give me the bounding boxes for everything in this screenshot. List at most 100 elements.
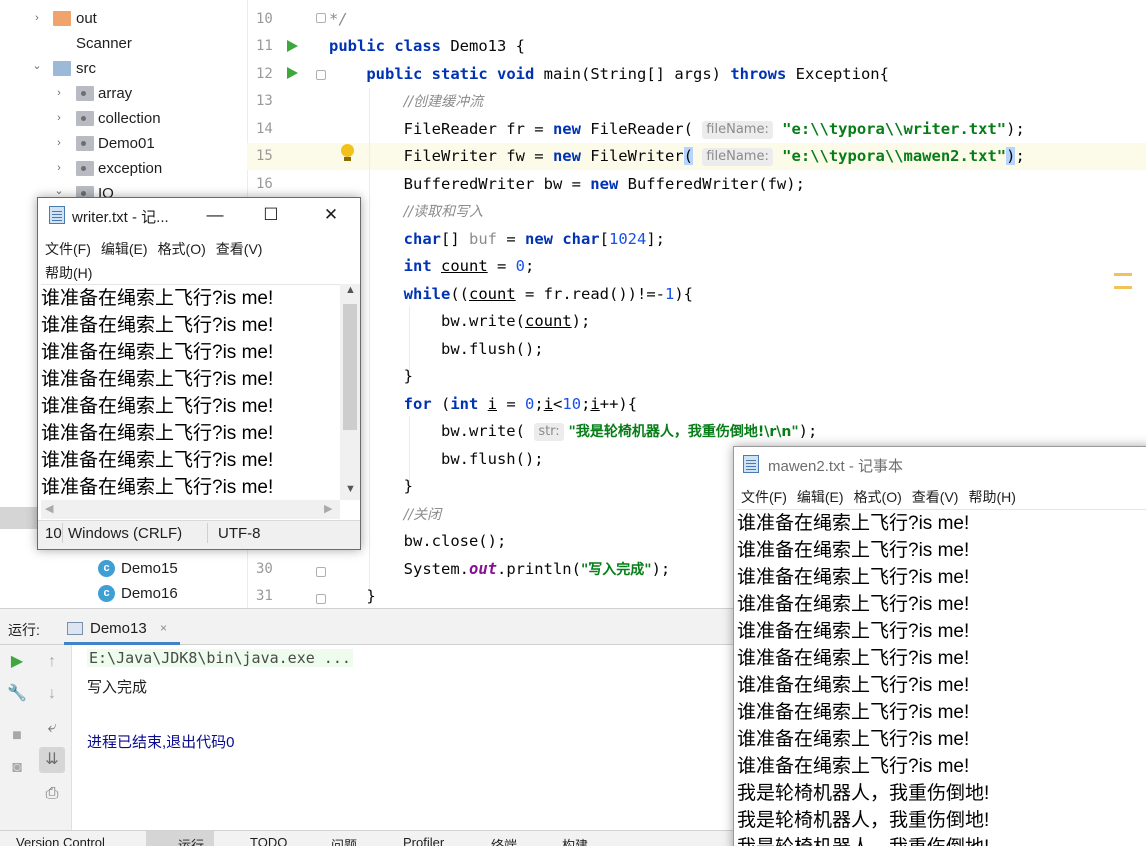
warning-marker[interactable] [1114, 273, 1132, 276]
line-number: 12 [256, 66, 273, 82]
code-line: char[] buf = new char[1024]; [329, 229, 665, 249]
tree-item-scanner[interactable]: Scanner [0, 31, 247, 56]
text-area[interactable]: 谁准备在绳索上飞行?is me! 谁准备在绳索上飞行?is me! 谁准备在绳索… [41, 284, 341, 500]
code-text: } [403, 477, 413, 495]
rerun-icon[interactable]: ▶ [6, 651, 28, 673]
maximize-button[interactable]: ☐ [256, 202, 286, 228]
package-icon [76, 161, 94, 176]
class-icon: c [98, 560, 115, 577]
menu-help[interactable]: 帮助(H) [45, 265, 92, 281]
menu-format[interactable]: 格式(O) [158, 241, 206, 257]
fold-marker-icon[interactable] [316, 567, 326, 577]
tree-selection-highlight [0, 507, 40, 529]
chevron-right-icon[interactable]: › [53, 112, 65, 124]
menu-help[interactable]: 帮助(H) [968, 489, 1015, 505]
title-bar[interactable]: writer.txt - 记... — ☐ ✕ [38, 198, 360, 232]
code-text: ); [1006, 120, 1025, 138]
tool-terminal[interactable]: 终端 [491, 835, 517, 846]
code-text: = fr.read())!=- [515, 285, 665, 303]
notepad-window-mawen2[interactable]: mawen2.txt - 记事本 文件(F) 编辑(E) 格式(O) 查看(V) 帮助(… [733, 446, 1146, 846]
tree-item-array[interactable]: › array [0, 81, 247, 106]
run-tab-demo13[interactable]: Demo13 × [64, 613, 180, 645]
menu-format[interactable]: 格式(O) [854, 489, 902, 505]
encoding: UTF-8 [218, 525, 261, 542]
menu-file[interactable]: 文件(F) [741, 489, 787, 505]
vertical-scrollbar[interactable]: ▲ ▼ [340, 284, 360, 500]
arrow-up-icon[interactable]: ↑ [41, 651, 63, 673]
menu-view[interactable]: 查看(V) [912, 489, 959, 505]
title-bar[interactable]: mawen2.txt - 记事本 [734, 447, 1146, 481]
tool-profiler[interactable]: Profiler [403, 835, 444, 846]
menu-view[interactable]: 查看(V) [216, 241, 263, 257]
code-keyword: int [403, 257, 432, 275]
line-number: 11 [256, 38, 273, 54]
scroll-left-icon[interactable]: ◀ [45, 502, 53, 515]
code-text: bw.flush(); [440, 340, 544, 358]
code-keyword: public [329, 37, 385, 55]
text-line: 谁准备在绳索上飞行?is me! [737, 675, 970, 696]
scrollbar-thumb[interactable] [343, 304, 357, 430]
menu-file[interactable]: 文件(F) [45, 241, 91, 257]
scroll-right-icon[interactable]: ▶ [324, 502, 332, 515]
menu-edit[interactable]: 编辑(E) [101, 241, 148, 257]
arrow-down-icon[interactable]: ↓ [41, 683, 63, 705]
tree-item-out[interactable]: › out [0, 6, 247, 31]
chevron-down-icon[interactable]: ⌄ [53, 185, 65, 197]
run-gutter-icon[interactable] [287, 67, 298, 79]
scroll-up-icon[interactable]: ▲ [345, 284, 356, 296]
fold-marker-icon[interactable] [316, 13, 326, 23]
camera-icon[interactable]: ◙ [6, 757, 28, 779]
run-gutter-icon[interactable] [287, 40, 298, 52]
scroll-down-icon[interactable]: ▼ [345, 483, 356, 495]
code-text: System. [403, 560, 469, 578]
code-line: System.out.println("写入完成"); [329, 559, 671, 580]
code-text: bw.write( [440, 422, 535, 440]
scroll-to-end-icon[interactable]: ⇊ [39, 747, 65, 773]
code-text: ; [1015, 147, 1025, 165]
line-number: 31 [256, 588, 273, 604]
text-line: 谁准备在绳索上飞行?is me! [41, 342, 274, 363]
code-text: ); [798, 422, 818, 440]
tool-problems[interactable]: 问题 [331, 835, 357, 846]
code-line: public static void main(String[] args) t… [329, 64, 889, 84]
tool-run[interactable]: 运行 [146, 831, 214, 846]
warning-marker[interactable] [1114, 286, 1132, 289]
status-bar: 10 Windows (CRLF) UTF-8 [38, 520, 360, 549]
notepad-window-writer[interactable]: writer.txt - 记... — ☐ ✕ 文件(F) 编辑(E) 格式(O) 查… [37, 197, 361, 550]
tree-item-demo16[interactable]: c Demo16 [0, 581, 247, 606]
tool-todo[interactable]: TODO [250, 835, 287, 846]
line-number: 15 [256, 148, 273, 164]
tree-item-demo15[interactable]: c Demo15 [0, 556, 247, 581]
wrench-icon[interactable]: 🔧 [6, 683, 28, 705]
text-line: 谁准备在绳索上飞行?is me! [737, 621, 970, 642]
chevron-right-icon[interactable]: › [53, 162, 65, 174]
code-string: "e:\\typora\\writer.txt" [772, 120, 1007, 138]
chevron-right-icon[interactable]: › [53, 87, 65, 99]
menu-edit[interactable]: 编辑(E) [797, 489, 844, 505]
code-text: = [496, 230, 525, 248]
chevron-down-icon[interactable]: ⌄ [31, 60, 43, 72]
fold-marker-icon[interactable] [316, 70, 326, 80]
tree-item-exception[interactable]: › exception [0, 156, 247, 181]
chevron-right-icon[interactable]: › [53, 137, 65, 149]
tool-build[interactable]: 构建 [562, 835, 588, 846]
code-keyword: new [552, 120, 581, 138]
close-button[interactable]: ✕ [316, 202, 346, 228]
tree-item-label: exception [98, 160, 163, 177]
stop-icon[interactable]: ■ [6, 725, 28, 747]
code-keyword: char [403, 230, 441, 248]
tool-version-control[interactable]: Version Control [16, 835, 105, 846]
chevron-right-icon[interactable]: › [31, 12, 43, 24]
tree-item-collection[interactable]: › collection [0, 106, 247, 131]
horizontal-scrollbar[interactable]: ◀ ▶ [41, 500, 340, 519]
code-variable: count [469, 285, 516, 303]
minimize-button[interactable]: — [200, 202, 230, 228]
close-icon[interactable]: × [160, 621, 167, 635]
tree-item-demo01[interactable]: › Demo01 [0, 131, 247, 156]
fold-marker-icon[interactable] [316, 594, 326, 604]
print-icon[interactable]: ⎙ [41, 783, 63, 805]
tree-item-label: out [76, 10, 97, 27]
tree-item-src[interactable]: ⌄ src [0, 56, 247, 81]
text-area[interactable]: 谁准备在绳索上飞行?is me! 谁准备在绳索上飞行?is me! 谁准备在绳索… [737, 509, 1146, 846]
soft-wrap-icon[interactable]: ⤶ [41, 717, 63, 739]
